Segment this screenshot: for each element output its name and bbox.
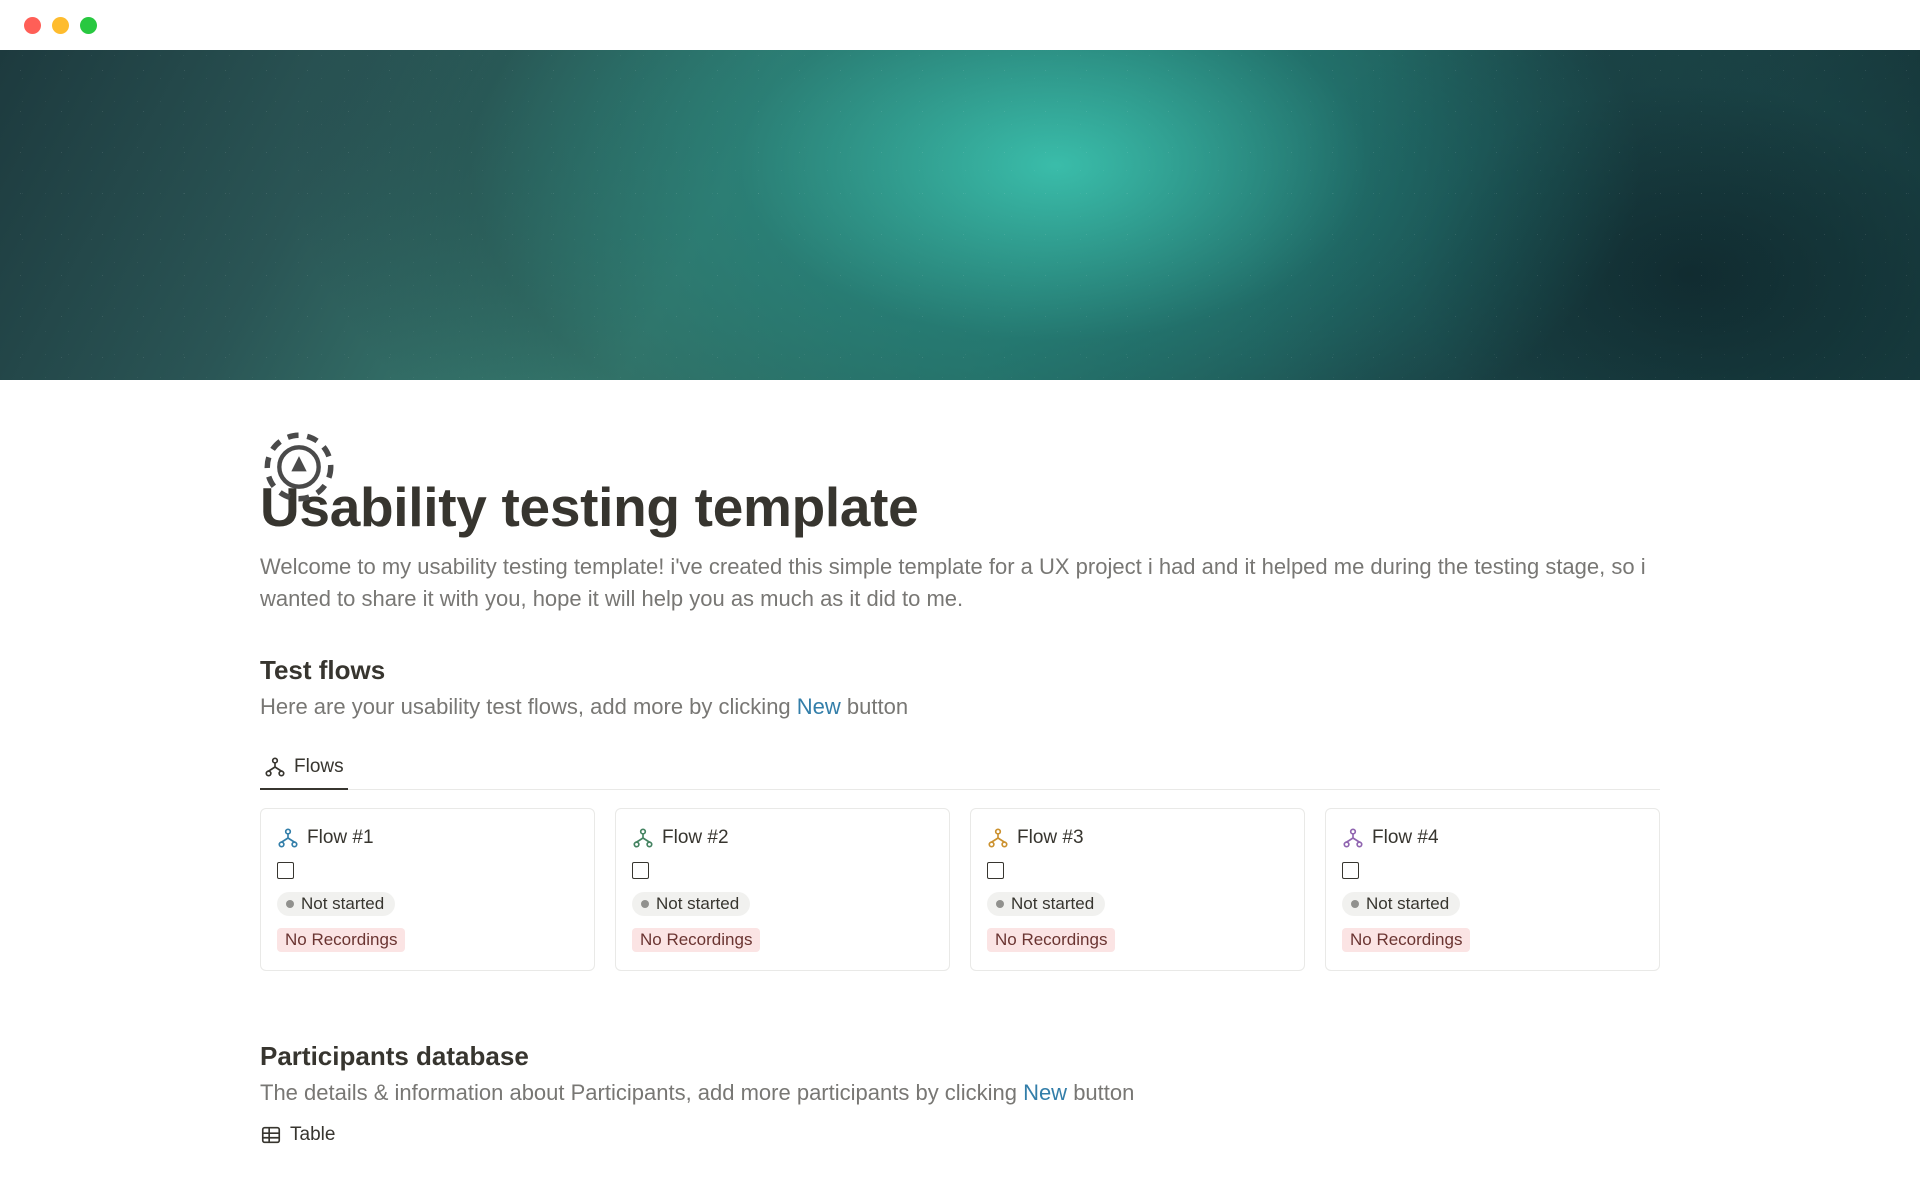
flowchart-icon [264,756,286,778]
recording-pill: No Recordings [987,928,1115,952]
section-heading-flows[interactable]: Test flows [260,655,1660,686]
flowchart-icon [1342,827,1364,849]
status-pill: Not started [277,892,395,916]
status-dot [641,900,649,908]
card-title-row: Flow #2 [632,827,933,849]
page-icon[interactable] [260,428,338,506]
flowchart-icon [632,827,654,849]
new-link-participants[interactable]: New [1023,1080,1067,1105]
card-title-row: Flow #4 [1342,827,1643,849]
table-icon [260,1124,282,1146]
status-pill: Not started [987,892,1105,916]
status-label: Not started [656,894,739,914]
page-content: Usability testing template Welcome to my… [130,475,1790,1146]
card-checkbox[interactable] [277,862,294,879]
recording-pill: No Recordings [1342,928,1470,952]
flow-card[interactable]: Flow #1 Not started No Recordings [260,808,595,971]
status-pill: Not started [632,892,750,916]
recording-pill: No Recordings [277,928,405,952]
subtitle-text-after: button [841,694,908,719]
status-label: Not started [1366,894,1449,914]
flows-tabs: Flows [260,748,1660,790]
card-title: Flow #4 [1372,827,1439,849]
flowchart-icon [987,827,1009,849]
tab-table-label: Table [290,1124,335,1146]
status-dot [1351,900,1359,908]
flow-card[interactable]: Flow #4 Not started No Recordings [1325,808,1660,971]
flows-cards-grid: Flow #1 Not started No Recordings Flow #… [260,808,1660,971]
card-title-row: Flow #1 [277,827,578,849]
tab-flows[interactable]: Flows [260,748,348,790]
page-title[interactable]: Usability testing template [260,475,1660,539]
tab-flows-label: Flows [294,756,344,778]
cover-image[interactable] [0,50,1920,380]
subtitle-text-before: Here are your usability test flows, add … [260,694,797,719]
card-title: Flow #1 [307,827,374,849]
page-description[interactable]: Welcome to my usability testing template… [260,551,1660,615]
flowchart-icon [277,827,299,849]
status-dot [996,900,1004,908]
subtitle-text-before: The details & information about Particip… [260,1080,1023,1105]
window-chrome [0,0,1920,50]
card-title: Flow #3 [1017,827,1084,849]
card-checkbox[interactable] [987,862,1004,879]
traffic-light-maximize[interactable] [80,17,97,34]
traffic-light-close[interactable] [24,17,41,34]
section-subtitle-participants[interactable]: The details & information about Particip… [260,1080,1660,1106]
subtitle-text-after: button [1067,1080,1134,1105]
tab-table[interactable]: Table [260,1124,1660,1146]
status-label: Not started [1011,894,1094,914]
traffic-light-minimize[interactable] [52,17,69,34]
card-checkbox[interactable] [632,862,649,879]
flow-card[interactable]: Flow #3 Not started No Recordings [970,808,1305,971]
poker-chip-icon [264,432,334,502]
section-subtitle-flows[interactable]: Here are your usability test flows, add … [260,694,1660,720]
card-checkbox[interactable] [1342,862,1359,879]
card-title: Flow #2 [662,827,729,849]
section-heading-participants[interactable]: Participants database [260,1041,1660,1072]
card-title-row: Flow #3 [987,827,1288,849]
status-pill: Not started [1342,892,1460,916]
status-label: Not started [301,894,384,914]
flow-card[interactable]: Flow #2 Not started No Recordings [615,808,950,971]
recording-pill: No Recordings [632,928,760,952]
new-link-flows[interactable]: New [797,694,841,719]
status-dot [286,900,294,908]
